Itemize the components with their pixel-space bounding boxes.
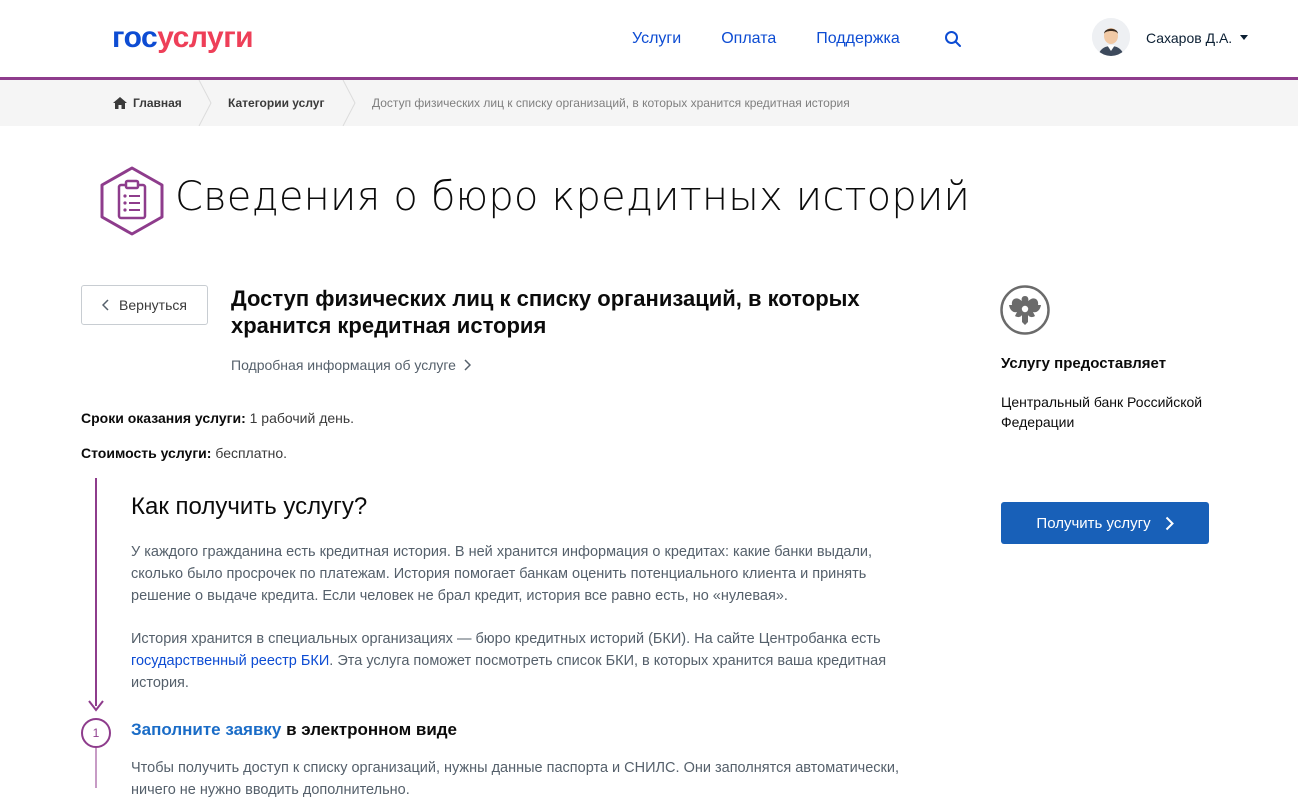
chevron-right-icon bbox=[464, 359, 471, 371]
breadcrumb-current: Доступ физических лиц к списку организац… bbox=[372, 96, 850, 110]
bank-of-russia-emblem-icon bbox=[1000, 285, 1050, 335]
steps-timeline bbox=[95, 478, 97, 706]
intro-paragraph: У каждого гражданина есть кредитная исто… bbox=[131, 544, 873, 604]
back-button-label: Вернуться bbox=[119, 297, 187, 313]
provider-label: Услугу предоставляет bbox=[1001, 355, 1167, 372]
gosuslugi-logo[interactable]: госуслуги bbox=[112, 21, 254, 54]
header: госуслуги Услуги Оплата Поддержка Сахаро… bbox=[0, 0, 1298, 80]
main-nav: Услуги Оплата Поддержка bbox=[632, 29, 900, 49]
cost-label: Стоимость услуги: bbox=[81, 445, 212, 461]
cost-value: бесплатно. bbox=[215, 445, 288, 461]
step-title: Заполните заявку в электронном виде bbox=[131, 720, 457, 740]
get-service-button[interactable]: Получить услугу bbox=[1001, 502, 1209, 544]
steps-timeline-continued bbox=[95, 748, 97, 788]
terms-label: Сроки оказания услуги: bbox=[81, 410, 246, 426]
service-cost: Стоимость услуги: бесплатно. bbox=[81, 445, 287, 461]
more-info-label: Подробная информация об услуге bbox=[231, 357, 456, 373]
home-icon bbox=[113, 97, 127, 109]
chevron-right-icon bbox=[1165, 516, 1174, 530]
fill-application-link[interactable]: Заполните заявку bbox=[131, 720, 281, 739]
logo-part2: услуги bbox=[157, 21, 254, 54]
step-number: 1 bbox=[81, 718, 111, 748]
caret-down-icon[interactable] bbox=[1240, 35, 1248, 40]
terms-value: 1 рабочий день. bbox=[249, 410, 355, 426]
breadcrumb-categories[interactable]: Категории услуг bbox=[228, 80, 324, 126]
how-to-title: Как получить услугу? bbox=[131, 493, 368, 520]
breadcrumb-home[interactable]: Главная bbox=[113, 80, 182, 126]
user-avatar-icon bbox=[1092, 18, 1130, 56]
chevron-left-icon bbox=[102, 299, 109, 311]
service-title: Доступ физических лиц к списку организац… bbox=[231, 286, 860, 338]
arrow-down-icon bbox=[88, 700, 104, 712]
back-button[interactable]: Вернуться bbox=[81, 285, 208, 325]
breadcrumb: Главная Категории услуг Доступ физически… bbox=[0, 80, 1298, 126]
more-info-link[interactable]: Подробная информация об услуге bbox=[231, 357, 471, 373]
search-icon[interactable] bbox=[944, 30, 962, 48]
registry-text-before: История хранится в специальных организац… bbox=[131, 631, 881, 647]
logo-part1: гос bbox=[112, 21, 158, 54]
provider-name: Центральный банк Российской Федерации bbox=[1001, 394, 1203, 430]
get-service-label: Получить услугу bbox=[1036, 514, 1151, 532]
breadcrumb-separator bbox=[198, 80, 212, 126]
service-terms: Сроки оказания услуги: 1 рабочий день. bbox=[81, 410, 354, 426]
nav-payment[interactable]: Оплата bbox=[721, 29, 776, 49]
clipboard-hexagon-icon bbox=[100, 166, 164, 236]
nav-support[interactable]: Поддержка bbox=[816, 29, 899, 49]
avatar[interactable] bbox=[1092, 18, 1130, 56]
step-title-rest: в электронном виде bbox=[281, 720, 458, 739]
registry-paragraph: История хранится в специальных организац… bbox=[131, 628, 921, 694]
breadcrumb-separator bbox=[342, 80, 356, 126]
nav-services[interactable]: Услуги bbox=[632, 29, 681, 49]
breadcrumb-home-label: Главная bbox=[133, 96, 182, 110]
step-description: Чтобы получить доступ к списку организац… bbox=[131, 760, 900, 798]
page-title: Сведения о бюро кредитных историй bbox=[175, 174, 971, 220]
user-name[interactable]: Сахаров Д.А. bbox=[1146, 30, 1232, 46]
bki-registry-link[interactable]: государственный реестр БКИ bbox=[131, 653, 329, 669]
